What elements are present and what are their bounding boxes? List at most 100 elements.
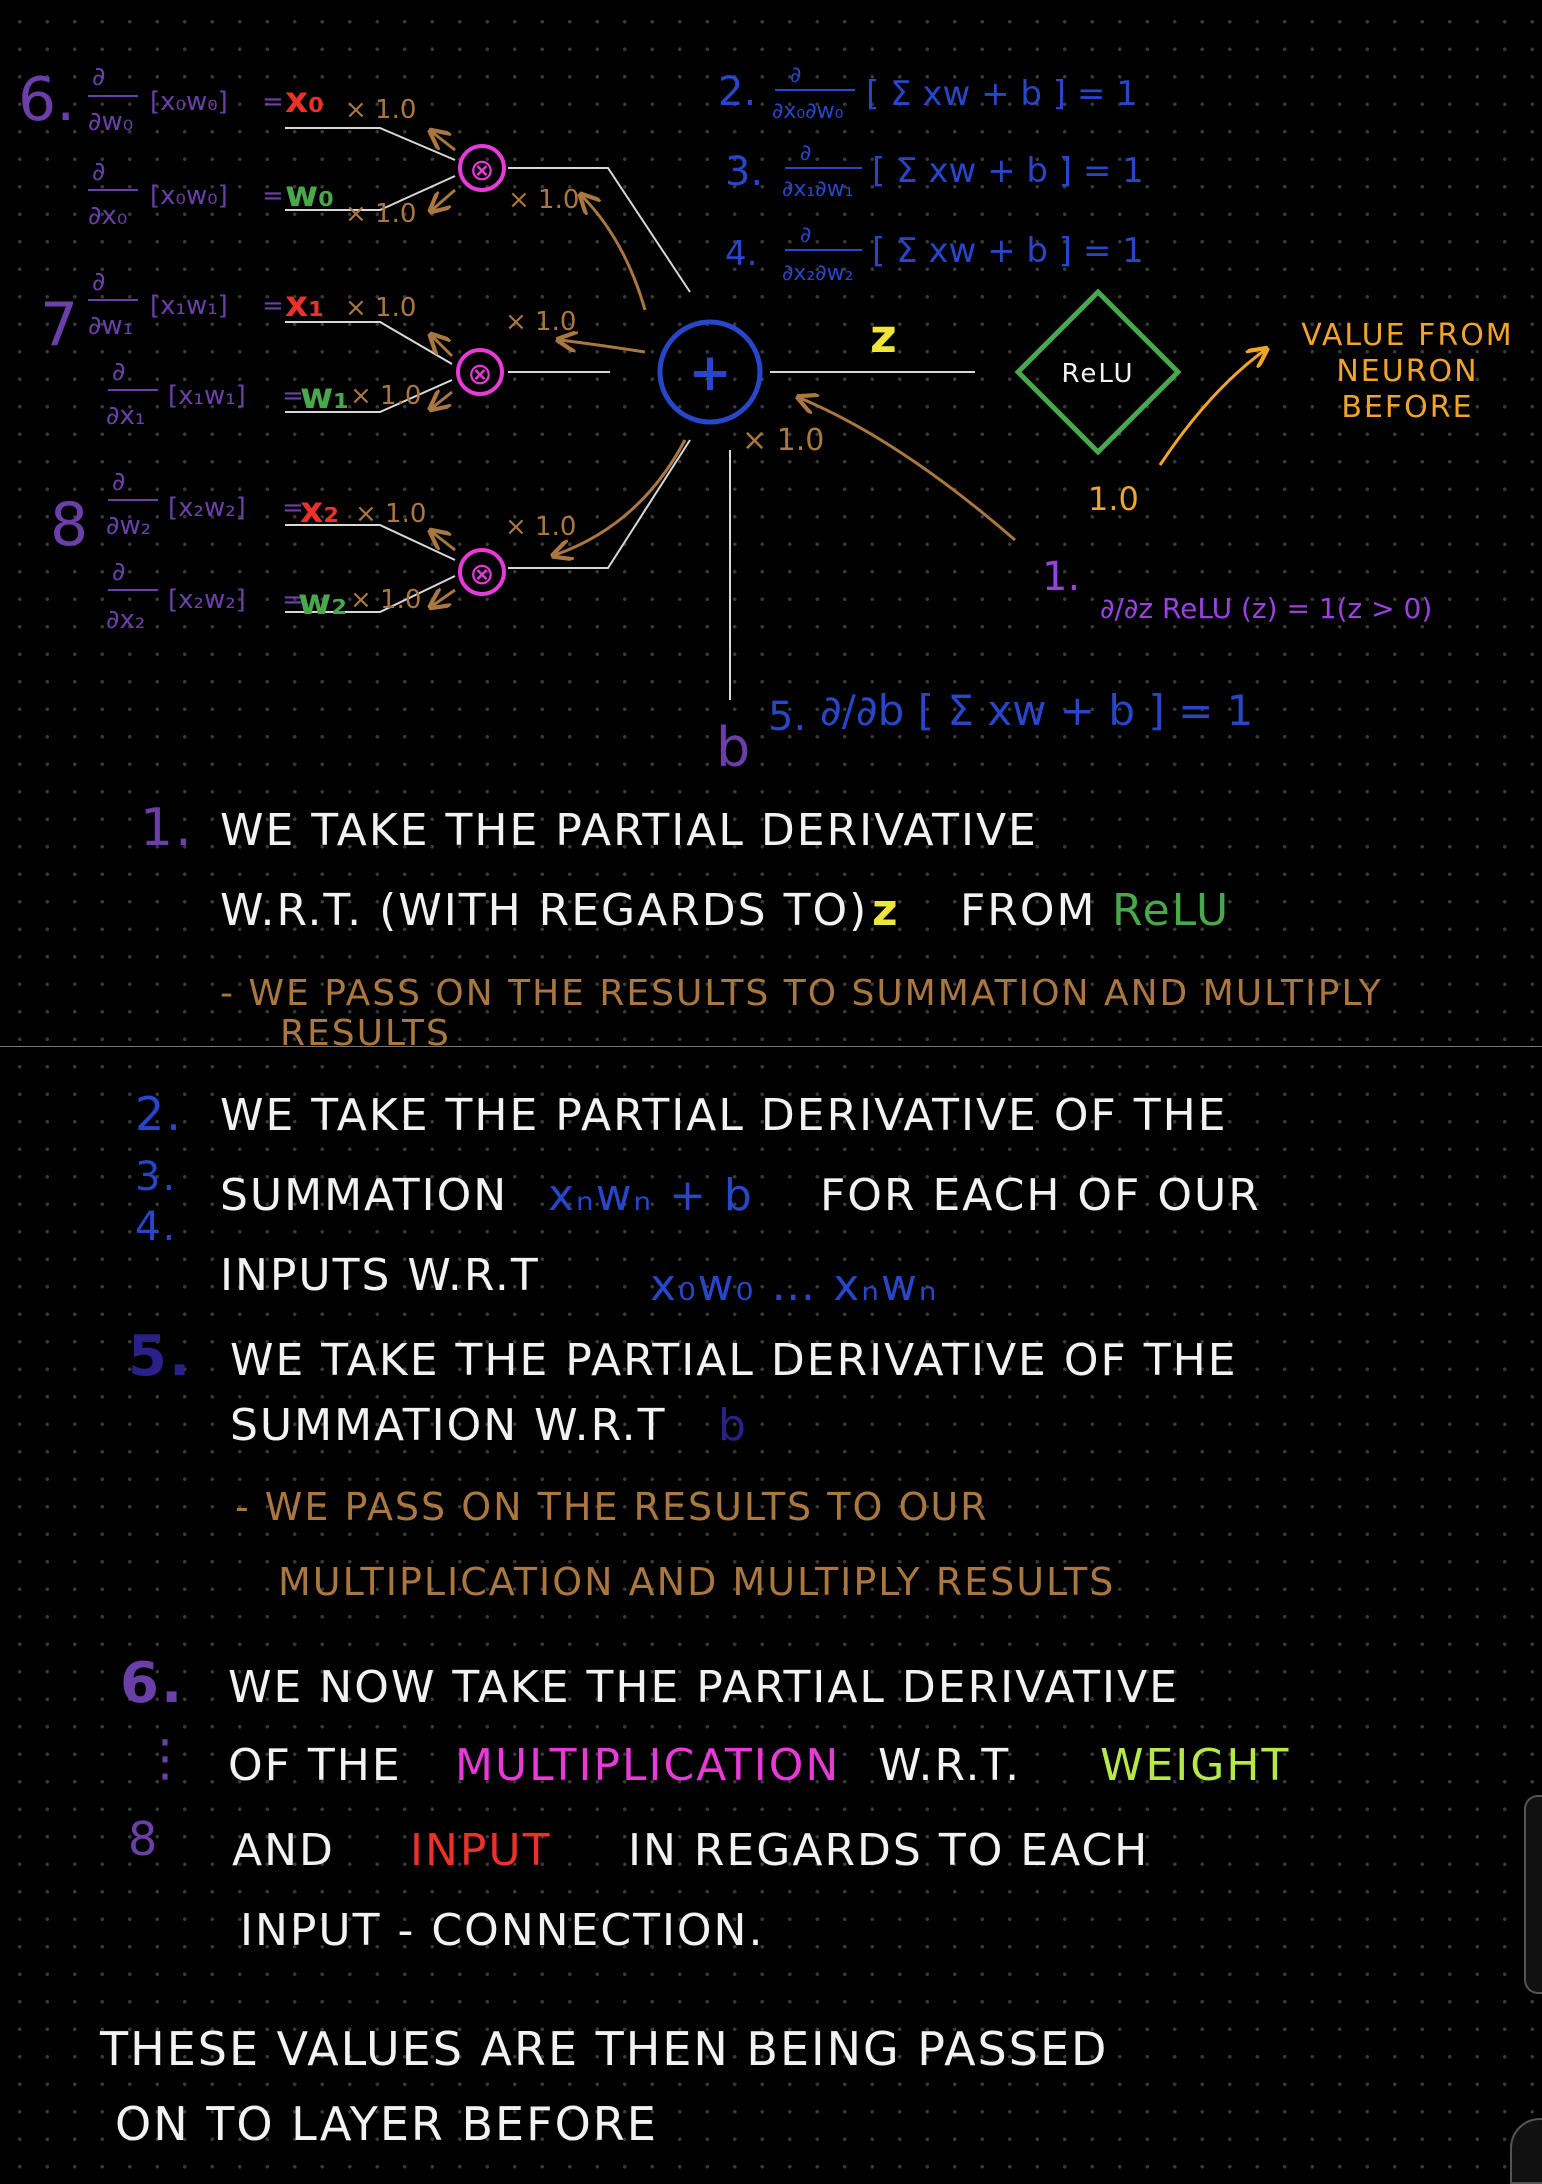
eq-dx2: ∂ ∂x₂ [x₂w₂] = w₂ × 1.0 <box>106 557 421 635</box>
svg-text:∂: ∂ <box>800 141 811 166</box>
svg-text:⊗: ⊗ <box>469 153 494 188</box>
svg-text:[x₁w₁]: [x₁w₁] <box>168 381 246 411</box>
svg-text:W.R.T.: W.R.T. <box>878 1740 1021 1791</box>
svg-text:1.: 1. <box>140 798 194 858</box>
eq-4: 4. ∂ ∂x₂∂w₂ [ Σ xw + b ] = 1 <box>725 223 1144 286</box>
side-scroll-tab[interactable] <box>1524 1795 1542 1994</box>
eq-dw2: 8 ∂ ∂w₂ [x₂w₂] = x₂ × 1.0 <box>50 467 426 560</box>
note-1: 1. WE TAKE THE PARTIAL DERIVATIVE W.R.T.… <box>140 798 1383 1054</box>
left-equations: 6. ∂ ∂w₀ [x₀w₀] = x₀ × 1.0 ∂ ∂x₀ [x₀w₀] … <box>18 62 426 635</box>
svg-text:∂: ∂ <box>92 267 105 297</box>
svg-text:∂/∂z ReLU (z) = 1(z > 0): ∂/∂z ReLU (z) = 1(z > 0) <box>1100 592 1432 625</box>
relu-derivative-eq: 1. ∂/∂z ReLU (z) = 1(z > 0) <box>1042 554 1432 625</box>
svg-text:SUMMATION W.R.T: SUMMATION W.R.T <box>230 1400 666 1451</box>
svg-text:[x₀w₀]: [x₀w₀] <box>150 181 228 211</box>
svg-text:∂x₀∂w₀: ∂x₀∂w₀ <box>772 99 844 124</box>
svg-text:x₀w₀ … xₙwₙ: x₀w₀ … xₙwₙ <box>650 1260 938 1311</box>
svg-text:⊗: ⊗ <box>467 357 492 392</box>
arrow-mult2-up <box>432 532 456 552</box>
arrow-mult0-up <box>432 132 456 152</box>
svg-text:× 1.0: × 1.0 <box>355 499 426 529</box>
svg-text:AND: AND <box>232 1825 335 1876</box>
svg-text:∂: ∂ <box>112 557 125 587</box>
svg-text:3.: 3. <box>725 149 763 195</box>
svg-text:4.: 4. <box>135 1204 177 1250</box>
svg-text:7: 7 <box>40 290 78 360</box>
svg-text:INPUTS W.R.T: INPUTS W.R.T <box>220 1250 540 1301</box>
svg-text:INPUT: INPUT <box>410 1825 552 1876</box>
svg-text:RESULTS: RESULTS <box>280 1013 451 1054</box>
sum-node: + <box>657 319 763 425</box>
svg-text:∂w₂: ∂w₂ <box>106 511 151 541</box>
svg-text:∂x₀: ∂x₀ <box>88 201 127 231</box>
relu-grad-label: 1.0 <box>1088 480 1139 518</box>
svg-text:∂: ∂ <box>790 63 801 88</box>
svg-text:∂w₀: ∂w₀ <box>88 107 133 137</box>
svg-text:z: z <box>872 885 900 936</box>
prev-value-label: Value from neuron before <box>1301 318 1511 425</box>
svg-text:IN REGARDS TO EACH: IN REGARDS TO EACH <box>628 1825 1149 1876</box>
svg-text:∂x₂: ∂x₂ <box>106 605 145 635</box>
svg-text:x₀: x₀ <box>285 80 324 121</box>
svg-text:[ Σ xw + b ] = 1: [ Σ xw + b ] = 1 <box>872 231 1144 271</box>
svg-text:WE NOW TAKE THE PARTIAL DERIVA: WE NOW TAKE THE PARTIAL DERIVATIVE <box>228 1662 1179 1713</box>
svg-text:∂: ∂ <box>92 157 105 187</box>
arrow-relu-to-sum <box>800 398 1016 542</box>
eq-dw0: 6. ∂ ∂w₀ [x₀w₀] = x₀ × 1.0 <box>18 62 416 137</box>
svg-text:FROM: FROM <box>960 885 1096 936</box>
svg-text:=: = <box>262 181 284 211</box>
input-line-x0 <box>285 127 456 161</box>
svg-text:⋮: ⋮ <box>140 1729 192 1787</box>
mult-node-2: ⊗ <box>458 548 506 596</box>
svg-text:8: 8 <box>50 490 88 560</box>
eq-dx1: ∂ ∂x₁ [x₁w₁] = w₁ × 1.0 <box>106 357 421 431</box>
svg-text:5.: 5. <box>128 1324 192 1389</box>
svg-text:2.: 2. <box>718 69 756 115</box>
note-2-4: 2. 3. 4. WE TAKE THE PARTIAL DERIVATIVE … <box>135 1087 1261 1311</box>
note-5: 5. WE TAKE THE PARTIAL DERIVATIVE OF THE… <box>128 1324 1236 1604</box>
svg-text:∂: ∂ <box>112 357 125 387</box>
arrow-sum-to-mult1 <box>560 340 646 354</box>
svg-text:∂: ∂ <box>800 223 811 248</box>
eq-3: 3. ∂ ∂x₁∂w₁ [ Σ xw + b ] = 1 <box>725 141 1144 202</box>
eq-dw1: 7 ∂ ∂w₁ [x₁w₁] = x₁ × 1.0 <box>40 267 416 360</box>
eq-2: 2. ∂ ∂x₀∂w₀ [ Σ xw + b ] = 1 <box>718 63 1138 124</box>
eq-dx0: ∂ ∂x₀ [x₀w₀] = w₀ × 1.0 <box>88 157 416 231</box>
svg-text:[x₁w₁]: [x₁w₁] <box>150 291 228 321</box>
arrow-mult2-down <box>432 590 456 606</box>
svg-text:MULTIPLICATION AND MULTIPLY RE: MULTIPLICATION AND MULTIPLY RESULTS <box>278 1560 1115 1604</box>
bias-label: b <box>716 716 750 779</box>
svg-text:6.: 6. <box>18 65 75 135</box>
svg-text:FOR EACH OF OUR: FOR EACH OF OUR <box>820 1170 1261 1221</box>
arrow-mult1-down <box>432 392 453 408</box>
neuron-backprop-notes: ⊗ ⊗ ⊗ + ReLU × 1.0 × 1.0 × 1.0 × 1.0 z 1… <box>18 62 1512 2151</box>
relu-node: ReLU <box>1014 288 1182 456</box>
svg-text:∂w₁: ∂w₁ <box>88 311 133 341</box>
svg-text:THESE VALUES ARE THEN BEING PA: THESE VALUES ARE THEN BEING PASSED <box>99 2022 1108 2076</box>
mult-node-1: ⊗ <box>456 348 504 396</box>
svg-text:x₁: x₁ <box>285 284 324 325</box>
z-label: z <box>870 309 897 363</box>
arrow-sum-to-mult0 <box>582 196 647 311</box>
mult0-out-label: × 1.0 <box>508 185 579 215</box>
svg-text:INPUT - CONNECTION.: INPUT - CONNECTION. <box>240 1905 764 1956</box>
svg-text:1.: 1. <box>1042 554 1080 600</box>
svg-text:× 1.0: × 1.0 <box>345 95 416 125</box>
svg-text:4.: 4. <box>725 234 757 274</box>
svg-text:⊗: ⊗ <box>469 557 494 592</box>
svg-text:5.: 5. <box>768 694 806 740</box>
svg-text:[x₂w₂]: [x₂w₂] <box>168 585 246 615</box>
svg-text:WE TAKE THE PARTIAL DERIVATIVE: WE TAKE THE PARTIAL DERIVATIVE <box>220 805 1038 856</box>
svg-text:x₂: x₂ <box>300 490 339 531</box>
svg-text:× 1.0: × 1.0 <box>345 293 416 323</box>
svg-text:w₀: w₀ <box>285 174 334 215</box>
svg-text:ON TO LAYER BEFORE: ON TO LAYER BEFORE <box>115 2097 658 2151</box>
arrow-mult0-down <box>432 188 456 210</box>
svg-text:∂/∂b [ Σ xw + b ] = 1: ∂/∂b [ Σ xw + b ] = 1 <box>820 686 1253 735</box>
svg-text:xₙwₙ + b: xₙwₙ + b <box>548 1170 754 1221</box>
svg-text:× 1.0: × 1.0 <box>345 199 416 229</box>
bias-derivative-eq: 5. ∂/∂b [ Σ xw + b ] = 1 <box>768 686 1253 740</box>
mult2-to-sum <box>508 439 691 569</box>
svg-text:- WE PASS ON THE RESULTS TO SU: - WE PASS ON THE RESULTS TO SUMMATION AN… <box>220 973 1383 1014</box>
svg-text:[ Σ xw + b ] = 1: [ Σ xw + b ] = 1 <box>866 74 1138 114</box>
